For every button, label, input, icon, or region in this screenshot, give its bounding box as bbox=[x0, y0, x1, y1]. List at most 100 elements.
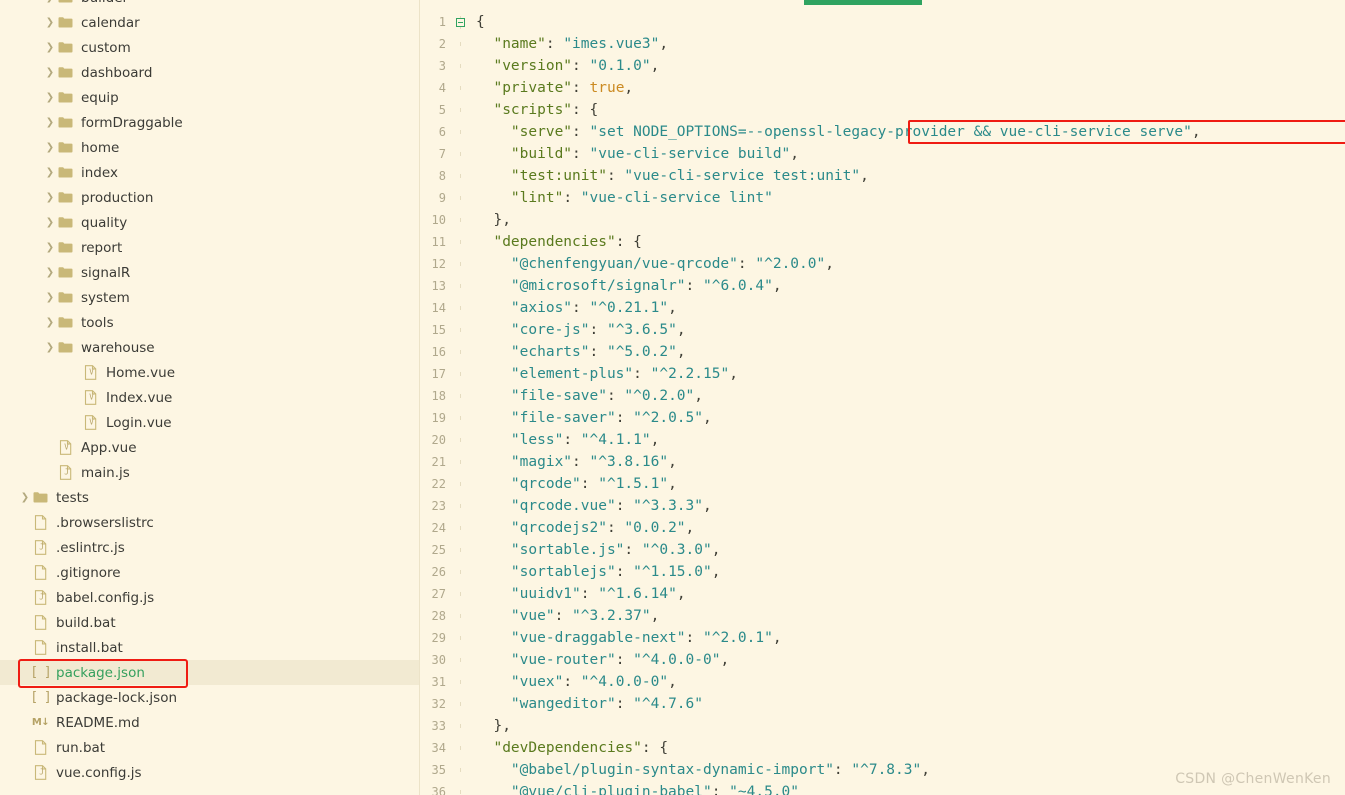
tree-item-report[interactable]: ❯ report bbox=[0, 235, 419, 260]
chevron-right-icon[interactable]: ❯ bbox=[43, 17, 57, 28]
code-line-34[interactable]: 34 "devDependencies": { bbox=[420, 737, 1345, 759]
code-line-20[interactable]: 20 "less": "^4.1.1", bbox=[420, 429, 1345, 451]
tree-item-quality[interactable]: ❯ quality bbox=[0, 210, 419, 235]
token-punc: , bbox=[668, 300, 677, 316]
code-line-14[interactable]: 14 "axios": "^0.21.1", bbox=[420, 297, 1345, 319]
code-line-21[interactable]: 21 "magix": "^3.8.16", bbox=[420, 451, 1345, 473]
tree-item-index-vue[interactable]: V Index.vue bbox=[0, 385, 419, 410]
tree-item-index[interactable]: ❯ index bbox=[0, 160, 419, 185]
tree-item-tests[interactable]: ❯ tests bbox=[0, 485, 419, 510]
chevron-right-icon[interactable]: ❯ bbox=[43, 292, 57, 303]
folder-icon bbox=[57, 241, 74, 254]
chevron-right-icon[interactable]: ❯ bbox=[43, 142, 57, 153]
chevron-right-icon[interactable]: ❯ bbox=[43, 267, 57, 278]
fold-toggle-icon[interactable] bbox=[452, 15, 468, 29]
code-line-19[interactable]: 19 "file-saver": "^2.0.5", bbox=[420, 407, 1345, 429]
code-line-7[interactable]: 7 "build": "vue-cli-service build", bbox=[420, 143, 1345, 165]
file-explorer-panel[interactable]: ❯ builder ❯ calendar ❯ custom ❯ dashboard ❯ equip… bbox=[0, 0, 420, 795]
tree-item-signalr[interactable]: ❯ signalR bbox=[0, 260, 419, 285]
code-line-23[interactable]: 23 "qrcode.vue": "^3.3.3", bbox=[420, 495, 1345, 517]
tree-item-login-vue[interactable]: V Login.vue bbox=[0, 410, 419, 435]
chevron-right-icon[interactable]: ❯ bbox=[43, 0, 57, 3]
tree-item-package-lock-json[interactable]: [ ] package-lock.json bbox=[0, 685, 419, 710]
code-line-18[interactable]: 18 "file-save": "^0.2.0", bbox=[420, 385, 1345, 407]
code-line-9[interactable]: 9 "lint": "vue-cli-service lint" bbox=[420, 187, 1345, 209]
code-line-11[interactable]: 11 "dependencies": { bbox=[420, 231, 1345, 253]
editor-panel[interactable]: 1{2 "name": "imes.vue3", 3 "version": "0.… bbox=[420, 0, 1345, 795]
code-line-32[interactable]: 32 "wangeditor": "^4.7.6" bbox=[420, 693, 1345, 715]
chevron-right-icon[interactable]: ❯ bbox=[43, 117, 57, 128]
tree-item-home[interactable]: ❯ home bbox=[0, 135, 419, 160]
code-line-17[interactable]: 17 "element-plus": "^2.2.15", bbox=[420, 363, 1345, 385]
token-punc: : bbox=[641, 740, 660, 756]
code-line-24[interactable]: 24 "qrcodejs2": "0.0.2", bbox=[420, 517, 1345, 539]
tree-item-app-vue[interactable]: V App.vue bbox=[0, 435, 419, 460]
tree-item-label: .gitignore bbox=[56, 564, 121, 581]
code-line-1[interactable]: 1{ bbox=[420, 11, 1345, 33]
code-text: "sortablejs": "^1.15.0", bbox=[468, 561, 721, 583]
tree-item-custom[interactable]: ❯ custom bbox=[0, 35, 419, 60]
tree-item-main-js[interactable]: Jmain.js bbox=[0, 460, 419, 485]
tree-item-vue-config-js[interactable]: Jvue.config.js bbox=[0, 760, 419, 785]
code-line-15[interactable]: 15 "core-js": "^3.6.5", bbox=[420, 319, 1345, 341]
tree-item-package-json[interactable]: [ ] package.json bbox=[0, 660, 419, 685]
tree-item-formdraggable[interactable]: ❯ formDraggable bbox=[0, 110, 419, 135]
tree-item-dashboard[interactable]: ❯ dashboard bbox=[0, 60, 419, 85]
chevron-right-icon[interactable]: ❯ bbox=[43, 242, 57, 253]
chevron-right-icon[interactable]: ❯ bbox=[43, 342, 57, 353]
token-key: "devDependencies" bbox=[476, 740, 642, 756]
tree-item-build-bat[interactable]: build.bat bbox=[0, 610, 419, 635]
chevron-right-icon[interactable]: ❯ bbox=[43, 167, 57, 178]
code-line-31[interactable]: 31 "vuex": "^4.0.0-0", bbox=[420, 671, 1345, 693]
tree-item-calendar[interactable]: ❯ calendar bbox=[0, 10, 419, 35]
code-line-13[interactable]: 13 "@microsoft/signalr": "^6.0.4", bbox=[420, 275, 1345, 297]
tree-item-run-bat[interactable]: run.bat bbox=[0, 735, 419, 760]
collapse-box-icon[interactable] bbox=[455, 17, 465, 27]
chevron-right-icon[interactable]: ❯ bbox=[43, 217, 57, 228]
chevron-right-icon[interactable]: ❯ bbox=[43, 317, 57, 328]
line-number: 31 bbox=[431, 675, 446, 689]
code-line-26[interactable]: 26 "sortablejs": "^1.15.0", bbox=[420, 561, 1345, 583]
code-line-30[interactable]: 30 "vue-router": "^4.0.0-0", bbox=[420, 649, 1345, 671]
code-line-29[interactable]: 29 "vue-draggable-next": "^2.0.1", bbox=[420, 627, 1345, 649]
code-line-2[interactable]: 2 "name": "imes.vue3", bbox=[420, 33, 1345, 55]
tree-item--eslintrc-js[interactable]: J .eslintrc.js bbox=[0, 535, 419, 560]
chevron-right-icon[interactable]: ❯ bbox=[43, 192, 57, 203]
tree-item-install-bat[interactable]: install.bat bbox=[0, 635, 419, 660]
code-line-12[interactable]: 12 "@chenfengyuan/vue-qrcode": "^2.0.0", bbox=[420, 253, 1345, 275]
code-line-5[interactable]: 5 "scripts": { bbox=[420, 99, 1345, 121]
code-line-22[interactable]: 22 "qrcode": "^1.5.1", bbox=[420, 473, 1345, 495]
code-content[interactable]: 1{2 "name": "imes.vue3", 3 "version": "0.… bbox=[420, 11, 1345, 795]
tree-item-label: home bbox=[81, 139, 120, 156]
tree-item-readme-md[interactable]: M↓ README.md bbox=[0, 710, 419, 735]
code-line-25[interactable]: 25 "sortable.js": "^0.3.0", bbox=[420, 539, 1345, 561]
chevron-right-icon[interactable]: ❯ bbox=[43, 42, 57, 53]
code-line-28[interactable]: 28 "vue": "^3.2.37", bbox=[420, 605, 1345, 627]
tree-item--gitignore[interactable]: .gitignore bbox=[0, 560, 419, 585]
tree-item-tools[interactable]: ❯ tools bbox=[0, 310, 419, 335]
code-line-27[interactable]: 27 "uuidv1": "^1.6.14", bbox=[420, 583, 1345, 605]
tree-item-label: tests bbox=[56, 489, 89, 506]
code-line-3[interactable]: 3 "version": "0.1.0", bbox=[420, 55, 1345, 77]
chevron-right-icon[interactable]: ❯ bbox=[18, 492, 32, 503]
tree-item-home-vue[interactable]: V Home.vue bbox=[0, 360, 419, 385]
tree-item-production[interactable]: ❯ production bbox=[0, 185, 419, 210]
token-punc: : bbox=[572, 58, 590, 74]
code-line-16[interactable]: 16 "echarts": "^5.0.2", bbox=[420, 341, 1345, 363]
tree-item--browserslistrc[interactable]: .browserslistrc bbox=[0, 510, 419, 535]
code-line-4[interactable]: 4 "private": true, bbox=[420, 77, 1345, 99]
code-line-6[interactable]: 6 "serve": "set NODE_OPTIONS=--openssl-l… bbox=[420, 121, 1345, 143]
chevron-right-icon[interactable]: ❯ bbox=[43, 92, 57, 103]
file-tree[interactable]: ❯ builder ❯ calendar ❯ custom ❯ dashboard ❯ equip… bbox=[0, 0, 419, 785]
tree-item-equip[interactable]: ❯ equip bbox=[0, 85, 419, 110]
tree-item-warehouse[interactable]: ❯ warehouse bbox=[0, 335, 419, 360]
code-line-8[interactable]: 8 "test:unit": "vue-cli-service test:uni… bbox=[420, 165, 1345, 187]
tree-item-babel-config-js[interactable]: Jbabel.config.js bbox=[0, 585, 419, 610]
chevron-right-icon[interactable]: ❯ bbox=[43, 67, 57, 78]
line-number: 3 bbox=[438, 59, 446, 73]
code-line-33[interactable]: 33 }, bbox=[420, 715, 1345, 737]
tree-item-system[interactable]: ❯ system bbox=[0, 285, 419, 310]
code-line-10[interactable]: 10 }, bbox=[420, 209, 1345, 231]
tree-item-builder[interactable]: ❯ builder bbox=[0, 0, 419, 10]
token-key: "dependencies" bbox=[476, 234, 616, 250]
